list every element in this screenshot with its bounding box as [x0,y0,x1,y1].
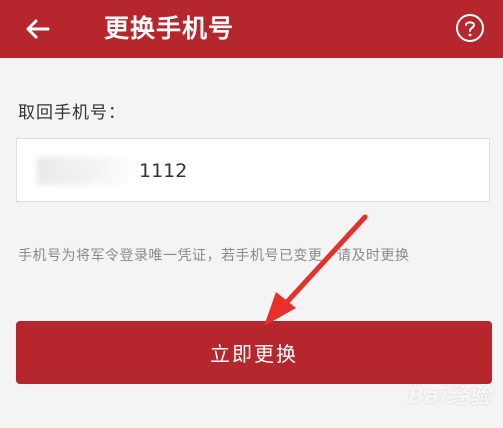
app-header: 更换手机号 [0,0,503,58]
help-button[interactable] [455,13,485,43]
redacted-digits [37,157,137,185]
retrieve-phone-label: 取回手机号： [18,103,126,123]
change-now-button[interactable]: 立即更换 [16,321,492,384]
phone-number-value: 1112 [139,160,188,182]
back-button[interactable] [18,9,58,49]
page-title: 更换手机号 [104,14,235,43]
phone-hint-text: 手机号为将军令登录唯一凭证，若手机号已变更，请及时更换 [18,248,410,264]
phone-number-field[interactable]: 1112 [16,138,490,202]
back-arrow-icon [26,19,50,39]
question-mark-icon [456,14,484,42]
